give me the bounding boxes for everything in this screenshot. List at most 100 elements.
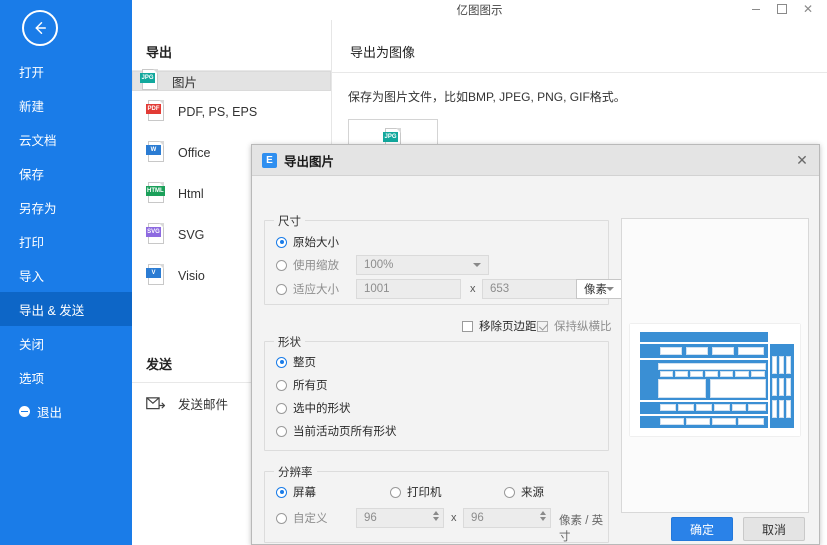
- close-window-button[interactable]: ✕: [795, 0, 821, 18]
- size-legend: 尺寸: [274, 213, 305, 229]
- width-input[interactable]: 1001: [356, 279, 461, 299]
- dialog-title-bar: E 导出图片 ✕: [252, 145, 819, 176]
- dialog-body: 尺寸 原始大小 使用缩放 100% 适应大小 1001 x 653 像素 移除页…: [252, 176, 819, 545]
- file-type-tag: JPG: [383, 132, 398, 142]
- back-arrow-icon: [35, 22, 46, 34]
- sidebar-item-import[interactable]: 导入: [0, 258, 132, 292]
- chevron-down-icon: [606, 287, 614, 291]
- sidebar-item-label: 导入: [19, 269, 45, 284]
- scale-value: 100%: [364, 259, 394, 271]
- dialog-title: 导出图片: [284, 154, 335, 169]
- sidebar-item-label: 新建: [19, 99, 45, 114]
- radio-active-page-shapes[interactable]: [276, 425, 287, 437]
- radio-whole-page[interactable]: [276, 356, 287, 368]
- keep-ratio-checkbox[interactable]: [537, 320, 548, 332]
- sidebar-item-close[interactable]: 关闭: [0, 326, 132, 360]
- file-type-tag: SVG: [146, 226, 161, 237]
- format-label: PDF, PS, EPS: [178, 104, 258, 119]
- file-type-tag: JPG: [140, 73, 155, 83]
- app-window: 打开 新建 云文档 保存 另存为 打印 导入 导出 & 发送 关闭 选项 退出 …: [0, 0, 827, 545]
- scale-dropdown[interactable]: 100%: [356, 255, 489, 275]
- sidebar-item-label: 保存: [19, 167, 45, 182]
- radio-active-page-shapes-label: 当前活动页所有形状: [293, 426, 397, 438]
- file-type-tag: HTML: [146, 185, 165, 196]
- window-controls: ✕: [743, 0, 821, 18]
- detail-title: 导出为图像: [350, 45, 416, 60]
- detail-description: 保存为图片文件，比如BMP, JPEG, PNG, GIF格式。: [348, 90, 626, 104]
- format-label: Visio: [178, 268, 205, 283]
- sidebar-item-print[interactable]: 打印: [0, 224, 132, 258]
- radio-source-dpi-label: 来源: [521, 487, 544, 499]
- sidebar-item-save[interactable]: 保存: [0, 156, 132, 190]
- dialog-close-button[interactable]: ✕: [785, 145, 819, 176]
- preview-diagram: [636, 330, 794, 430]
- format-item-pdf[interactable]: PDF PDF, PS, EPS: [132, 91, 331, 132]
- file-type-tag: W: [146, 144, 161, 155]
- radio-printer-dpi-label: 打印机: [407, 487, 442, 499]
- radio-fit-size-label: 适应大小: [293, 284, 339, 296]
- title-bar: 亿图图示 ✕: [132, 0, 827, 20]
- sidebar-item-new[interactable]: 新建: [0, 88, 132, 122]
- sidebar-item-label: 退出: [37, 405, 63, 420]
- ok-button[interactable]: 确定: [671, 517, 733, 541]
- remove-margin-checkbox[interactable]: [462, 320, 473, 332]
- radio-use-scale[interactable]: [276, 259, 287, 271]
- sidebar-item-export-send[interactable]: 导出 & 发送: [0, 292, 132, 326]
- remove-margin-label: 移除页边距: [479, 321, 537, 333]
- unit-dropdown[interactable]: 像素: [576, 279, 622, 299]
- height-input[interactable]: 653: [482, 279, 587, 299]
- sidebar-item-open[interactable]: 打开: [0, 54, 132, 88]
- radio-all-pages[interactable]: [276, 379, 287, 391]
- sidebar-item-label: 打印: [19, 235, 45, 250]
- format-item-image[interactable]: JPG 图片: [132, 69, 331, 91]
- left-sidebar: 打开 新建 云文档 保存 另存为 打印 导入 导出 & 发送 关闭 选项 退出: [0, 0, 132, 545]
- sidebar-item-exit[interactable]: 退出: [0, 394, 132, 428]
- export-image-dialog: E 导出图片 ✕ 尺寸 原始大小 使用缩放 100% 适应大小 1001 x 6…: [251, 144, 820, 545]
- cancel-button[interactable]: 取消: [743, 517, 805, 541]
- export-preview: [621, 218, 809, 513]
- size-x-separator: x: [470, 283, 476, 295]
- sidebar-item-options[interactable]: 选项: [0, 360, 132, 394]
- format-label: Office: [178, 145, 211, 160]
- radio-selected-shapes[interactable]: [276, 402, 287, 414]
- mail-send-icon: [146, 396, 166, 409]
- format-label: 图片: [172, 75, 198, 90]
- maximize-button[interactable]: [769, 0, 795, 18]
- back-button[interactable]: [22, 10, 58, 46]
- file-type-tag: PDF: [146, 103, 161, 114]
- send-mail-label: 发送邮件: [178, 398, 229, 412]
- sidebar-item-label: 打开: [19, 65, 45, 80]
- minus-circle-icon: [19, 405, 30, 417]
- sidebar-item-label: 云文档: [19, 133, 57, 148]
- format-label: SVG: [178, 227, 205, 242]
- radio-whole-page-label: 整页: [293, 357, 316, 369]
- sidebar-item-label: 导出 & 发送: [19, 303, 85, 318]
- radio-original-size-label: 原始大小: [293, 237, 339, 249]
- html-file-icon: HTML: [146, 181, 166, 206]
- sidebar-item-save-as[interactable]: 另存为: [0, 190, 132, 224]
- format-label: Html: [178, 186, 204, 201]
- keep-ratio-row: 保持纵横比: [537, 318, 612, 334]
- svg-file-icon: SVG: [146, 222, 166, 247]
- radio-selected-shapes-label: 选中的形状: [293, 403, 351, 415]
- radio-use-scale-label: 使用缩放: [293, 260, 339, 272]
- sidebar-item-label: 另存为: [19, 201, 57, 216]
- radio-source-dpi[interactable]: [504, 486, 515, 498]
- size-fieldset: 尺寸 原始大小 使用缩放 100% 适应大小 1001 x 653 像素: [264, 213, 622, 305]
- radio-screen-dpi[interactable]: [276, 486, 287, 498]
- app-logo-icon: E: [262, 152, 277, 168]
- minimize-button[interactable]: [743, 0, 769, 18]
- unit-value: 像素: [584, 284, 607, 296]
- app-title: 亿图图示: [456, 5, 503, 17]
- radio-original-size[interactable]: [276, 236, 287, 248]
- sidebar-item-cloud[interactable]: 云文档: [0, 122, 132, 156]
- preview-page: [630, 324, 800, 436]
- radio-all-pages-label: 所有页: [293, 380, 328, 392]
- radio-printer-dpi[interactable]: [390, 486, 401, 498]
- radio-fit-size[interactable]: [276, 283, 287, 295]
- radio-screen-dpi-label: 屏幕: [293, 487, 316, 499]
- visio-file-icon: V: [146, 263, 166, 288]
- export-section-title: 导出: [146, 45, 173, 60]
- width-value: 1001: [364, 283, 390, 295]
- resolution-legend: 分辨率: [274, 464, 317, 480]
